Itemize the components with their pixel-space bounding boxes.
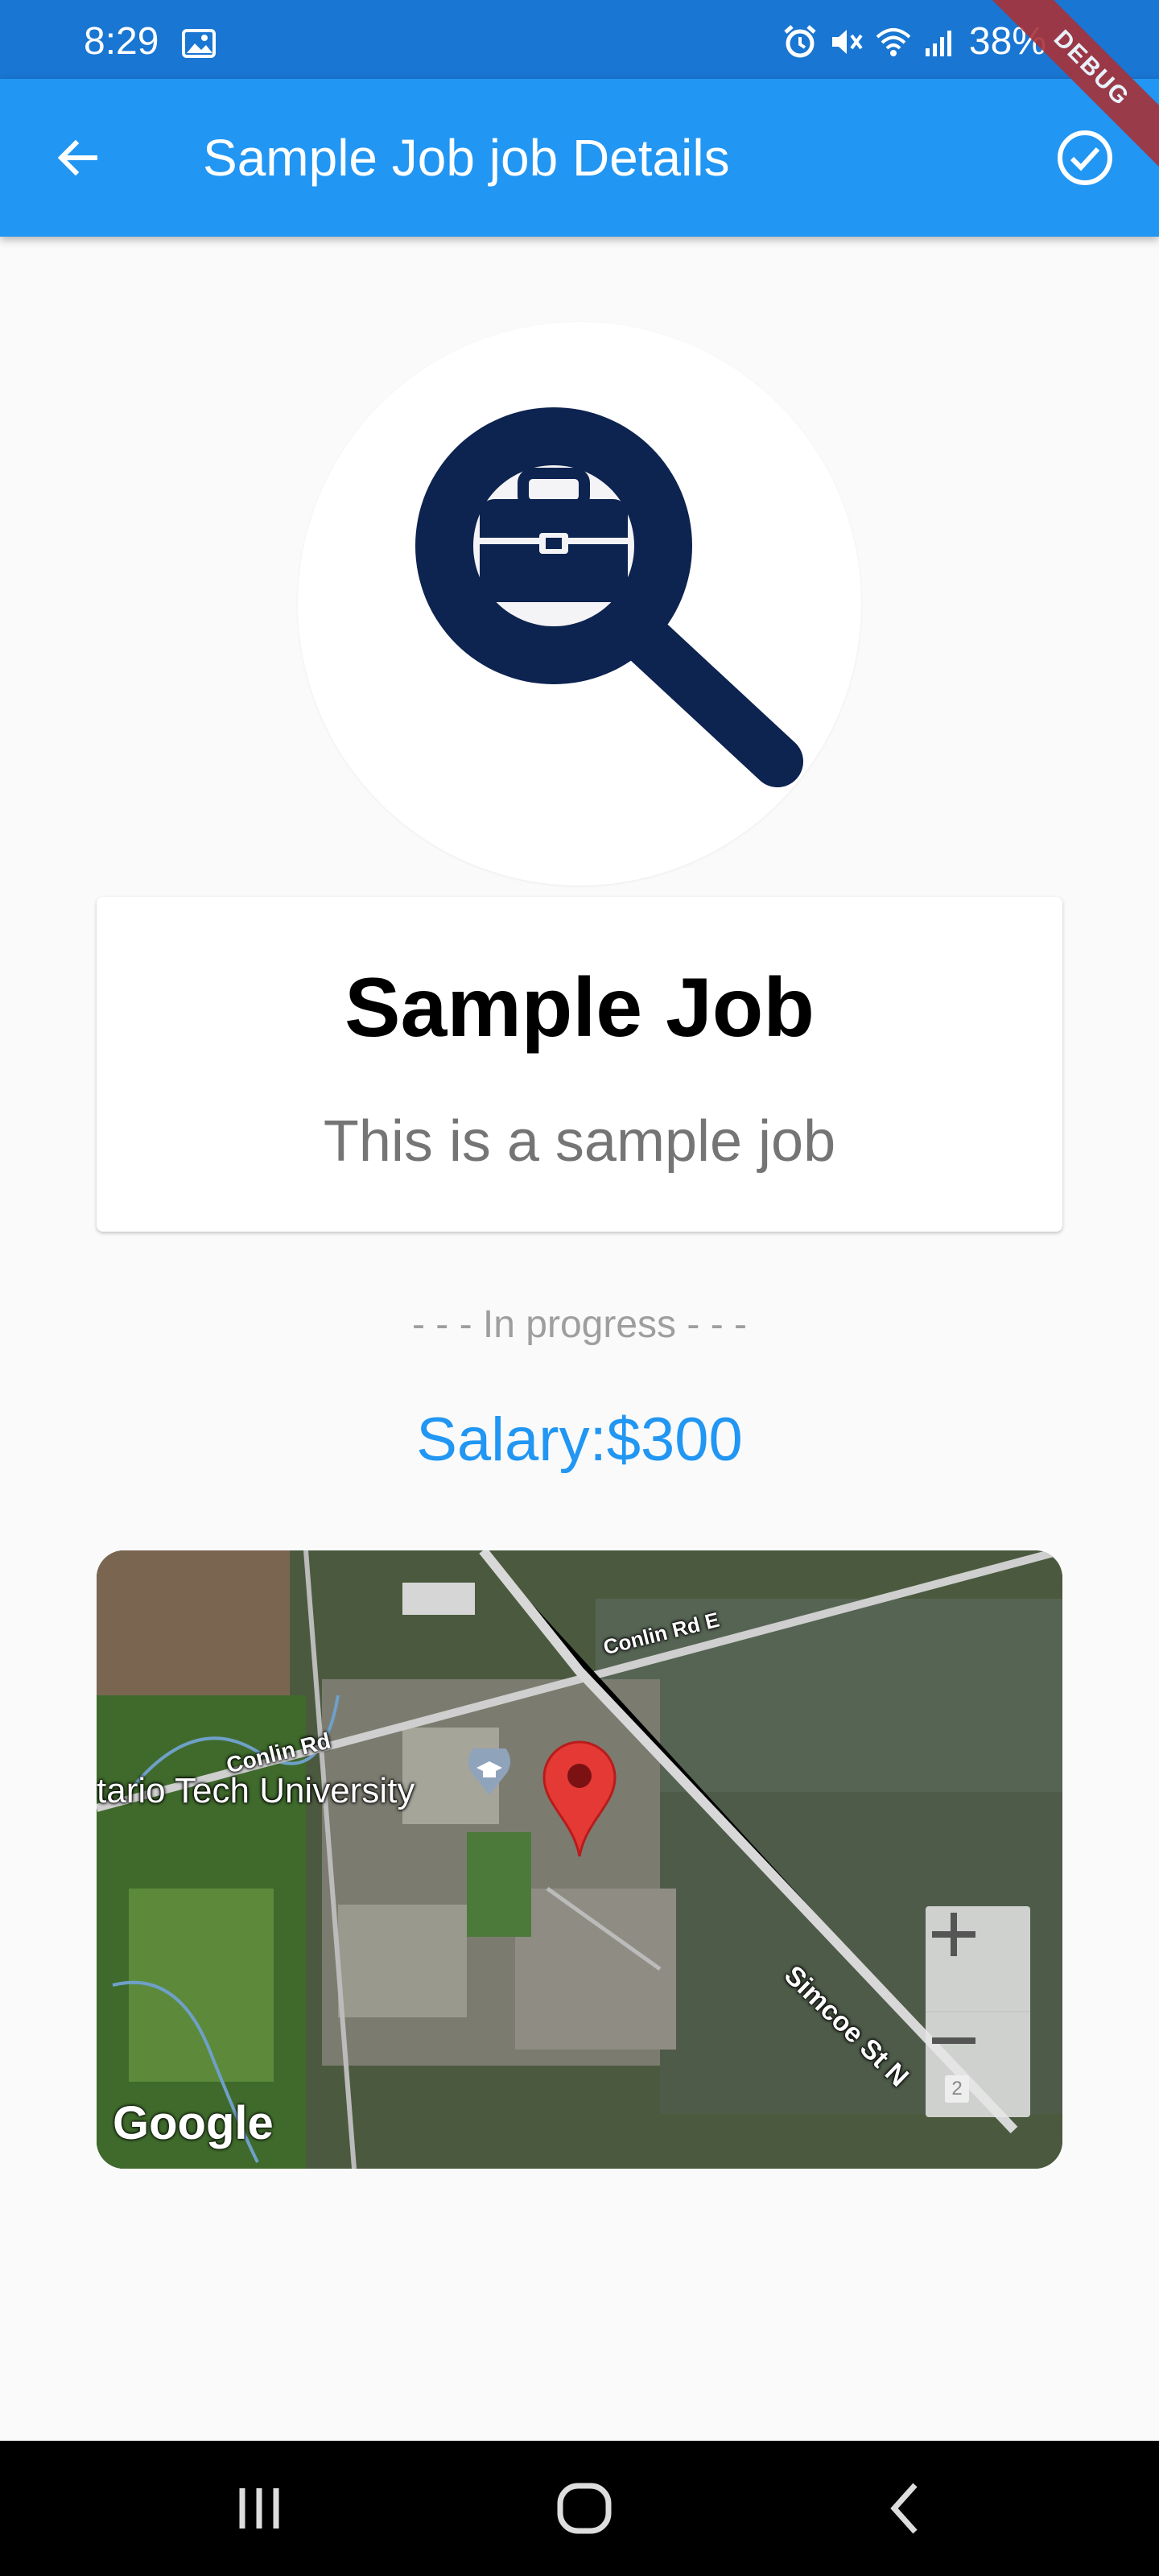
minus-icon <box>932 2037 975 2044</box>
location-marker-icon[interactable] <box>541 1740 618 1858</box>
confirm-button[interactable] <box>1046 119 1124 196</box>
mute-icon <box>831 30 863 54</box>
plus-icon <box>932 1913 975 1956</box>
google-attribution: Google <box>113 2097 274 2149</box>
status-bar: 8:29 38% <box>0 0 1159 79</box>
page-title: Sample Job job Details <box>203 129 730 187</box>
job-search-icon <box>415 407 803 787</box>
signal-icon <box>925 31 951 56</box>
zoom-out-button[interactable] <box>926 2013 1030 2117</box>
zoom-controls <box>926 1906 1030 2117</box>
map-label-university: tario Tech University <box>97 1771 415 1810</box>
job-status: - - - In progress - - - <box>411 1303 748 1346</box>
back-icon <box>890 2483 918 2534</box>
app-bar: Sample Job job Details <box>0 79 1159 237</box>
status-time: 8:29 <box>84 20 159 63</box>
nav-back-button[interactable] <box>866 2468 947 2549</box>
map-scale-badge: 2 <box>945 2075 969 2103</box>
gallery-icon <box>182 29 216 58</box>
recent-apps-button[interactable] <box>219 2468 299 2549</box>
home-button[interactable] <box>544 2468 625 2549</box>
map-view[interactable]: Conlin Rd E Conlin Rd tario Tech Univers… <box>97 1550 1062 2169</box>
job-details-screen: 8:29 38% Sample Job job Details DEBUG Sa… <box>0 0 1159 2576</box>
alarm-icon <box>784 25 816 58</box>
home-icon <box>557 2483 612 2534</box>
job-title: Sample Job <box>344 961 815 1055</box>
status-icons: 38% <box>782 19 1046 64</box>
check-circle-icon <box>1058 130 1112 185</box>
university-icon <box>468 1748 510 1795</box>
zoom-in-button[interactable] <box>926 1906 1030 2013</box>
map-satellite-imagery <box>97 1550 1062 2169</box>
job-avatar <box>298 322 861 886</box>
job-salary: Salary:$300 <box>416 1406 743 1474</box>
arrow-left-icon <box>57 139 97 176</box>
wifi-icon <box>876 28 911 56</box>
system-nav-bar <box>0 2441 1159 2576</box>
job-info-card: Sample Job This is a sample job <box>97 897 1062 1232</box>
job-description: This is a sample job <box>323 1109 836 1174</box>
back-button[interactable] <box>39 119 116 196</box>
recent-apps-icon <box>239 2488 279 2529</box>
